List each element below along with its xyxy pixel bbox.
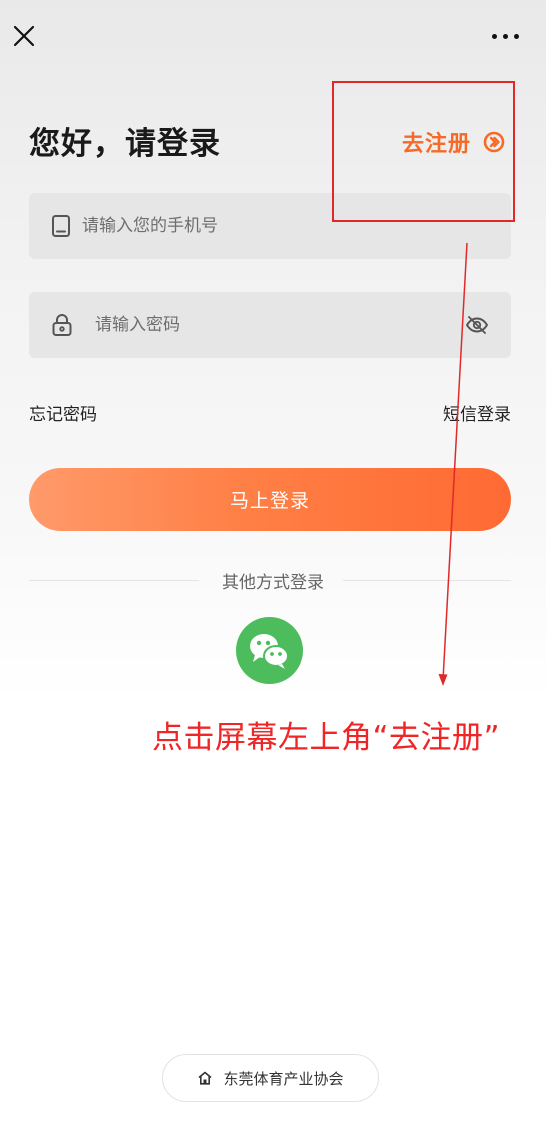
password-input[interactable] — [95, 292, 455, 358]
top-bar — [0, 0, 546, 72]
more-icon-dot — [514, 34, 519, 39]
more-icon-dot — [492, 34, 497, 39]
forgot-password-link[interactable]: 忘记密码 — [29, 400, 97, 425]
annotation-text: 点击屏幕左上角“去注册” — [152, 720, 501, 756]
page-title: 您好，请登录 — [29, 126, 221, 162]
more-icon-dot — [503, 34, 508, 39]
close-icon — [13, 25, 35, 47]
annotation-highlight-box — [332, 81, 515, 222]
wechat-login-button[interactable] — [236, 617, 303, 684]
more-button[interactable] — [492, 34, 520, 40]
eye-off-icon[interactable] — [465, 313, 489, 337]
sms-login-link[interactable]: 短信登录 — [443, 400, 511, 425]
divider-right — [343, 580, 511, 581]
phone-icon — [52, 215, 70, 237]
close-button[interactable] — [10, 22, 38, 50]
footer-label: 东莞体育产业协会 — [223, 1069, 344, 1088]
association-link[interactable]: 东莞体育产业协会 — [162, 1054, 379, 1102]
lock-icon — [52, 314, 72, 336]
login-button[interactable]: 马上登录 — [29, 468, 511, 531]
password-field[interactable] — [29, 292, 511, 358]
wechat-icon — [250, 634, 289, 669]
home-icon — [198, 1071, 212, 1085]
